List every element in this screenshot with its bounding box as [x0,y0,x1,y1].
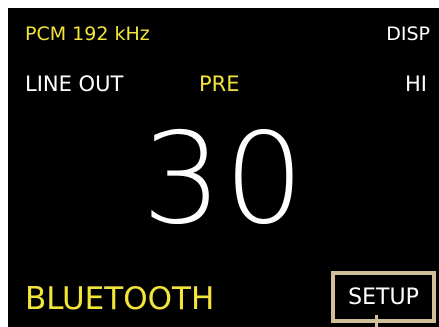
output-mode-label: LINE OUT [25,72,124,96]
display-screen: PCM 192 kHz DISP LINE OUT PRE HI 30 BLUE… [8,8,439,327]
selection-pointer [375,315,378,327]
input-source-label: BLUETOOTH [25,281,215,317]
audio-format-label: PCM 192 kHz [25,23,150,45]
setup-button[interactable]: SETUP [331,271,436,323]
disp-button[interactable]: DISP [386,25,430,44]
volume-readout: 30 [141,105,307,252]
preamp-mode-label: PRE [199,72,240,96]
gain-label: HI [405,72,427,96]
